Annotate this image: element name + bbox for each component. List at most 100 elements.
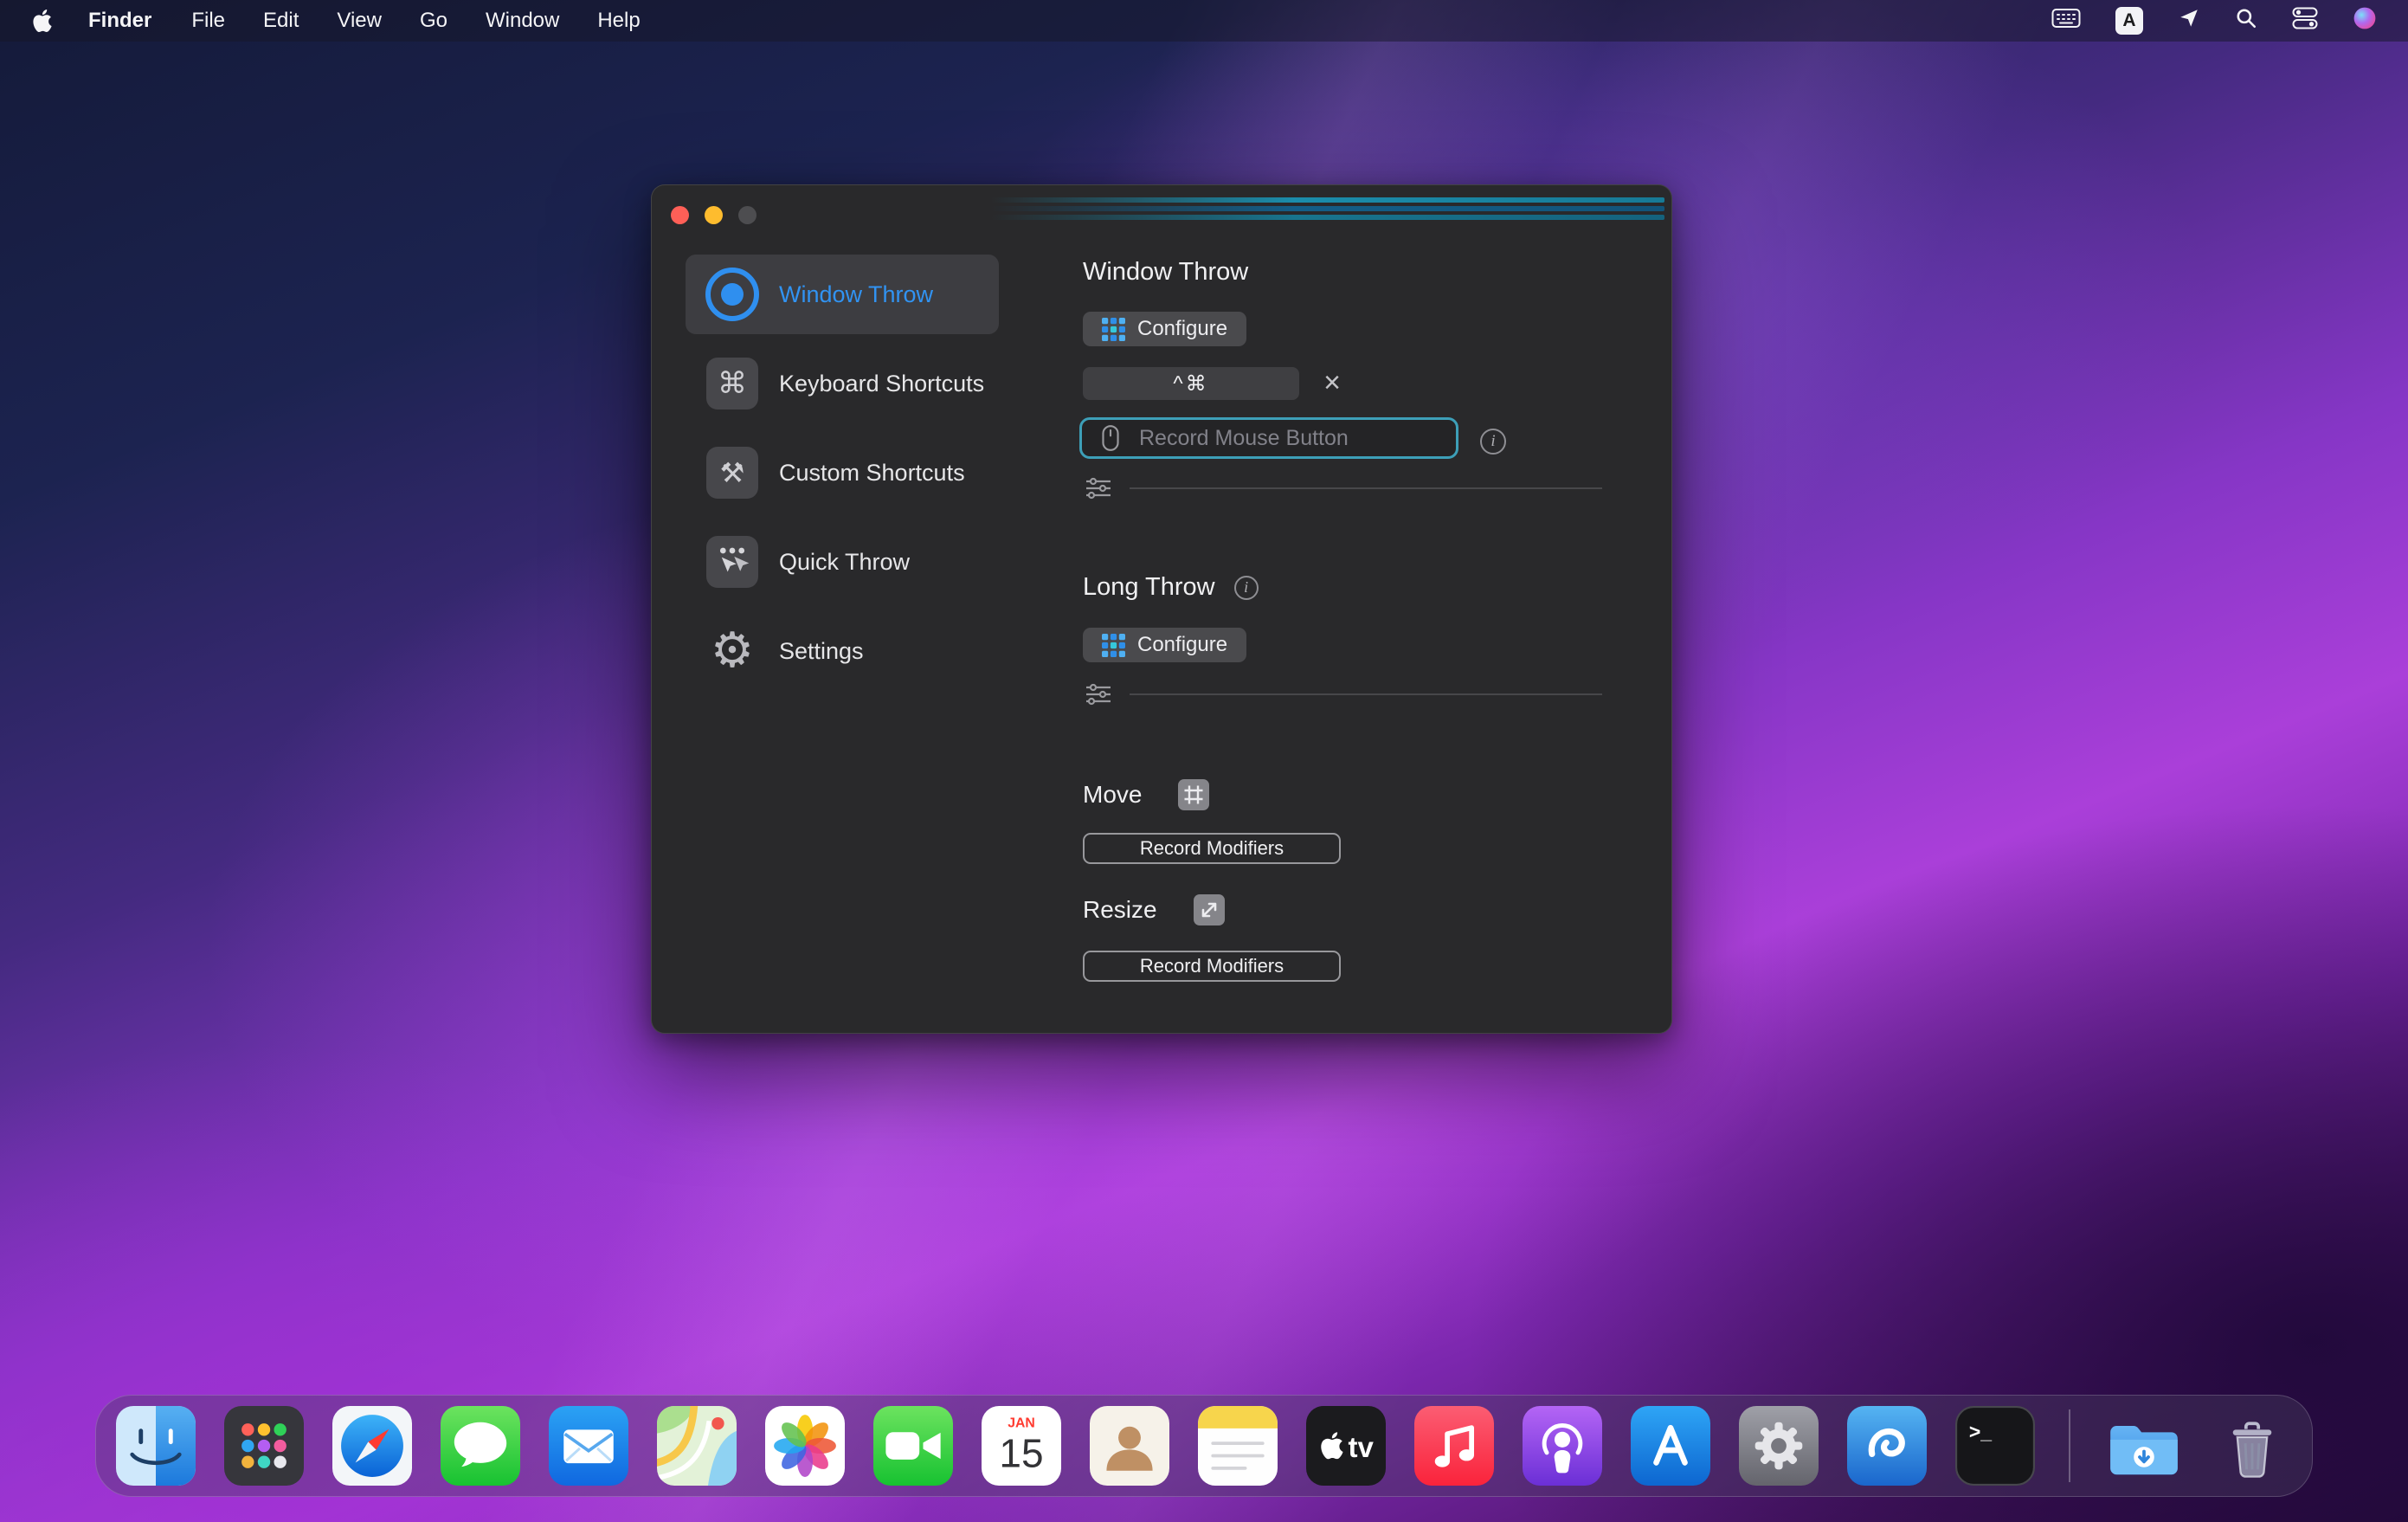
menu-extra-icon[interactable]	[2178, 7, 2200, 35]
mouse-icon	[1101, 424, 1120, 452]
dock-icon-messages[interactable]	[441, 1406, 520, 1486]
grid-logo-icon	[1102, 318, 1125, 341]
tools-icon: ⚒	[705, 445, 760, 500]
sidebar-item-custom-shortcuts[interactable]: ⚒ Custom Shortcuts	[686, 433, 999, 513]
app-store-icon	[1631, 1406, 1710, 1486]
configure-window-throw-button[interactable]: Configure	[1083, 312, 1246, 346]
keyboard-viewer-icon[interactable]	[2051, 8, 2081, 35]
clear-shortcut-button[interactable]: ×	[1313, 364, 1351, 402]
options-sliders-icon[interactable]	[1085, 477, 1112, 500]
record-modifiers-move-button[interactable]: Record Modifiers	[1083, 833, 1341, 864]
terminal-icon: >_	[1955, 1406, 2035, 1486]
options-sliders-icon[interactable]	[1085, 683, 1112, 706]
control-center-icon[interactable]	[2292, 7, 2318, 35]
dock-icon-contacts[interactable]	[1090, 1406, 1169, 1486]
zoom-button[interactable]	[738, 206, 757, 224]
dock-icon-system-settings[interactable]	[1739, 1406, 1819, 1486]
gear-icon: ⚙	[705, 623, 760, 679]
dock-icon-maps[interactable]	[657, 1406, 737, 1486]
safari-icon	[332, 1406, 412, 1486]
sidebar-item-label: Quick Throw	[779, 549, 910, 576]
dock-icon-podcasts[interactable]	[1523, 1406, 1602, 1486]
close-button[interactable]	[671, 206, 689, 224]
spotlight-icon[interactable]	[2235, 7, 2257, 35]
info-glyph: i	[1491, 432, 1495, 451]
dock-icon-photos[interactable]	[765, 1406, 845, 1486]
sidebar-item-label: Keyboard Shortcuts	[779, 371, 984, 397]
active-app-name[interactable]: Finder	[88, 9, 151, 33]
menu-bar-status-area: A	[2051, 6, 2377, 36]
menu-file[interactable]: File	[191, 9, 225, 33]
apple-menu-icon[interactable]	[31, 10, 54, 32]
menu-view[interactable]: View	[337, 9, 382, 33]
dock: JAN 15 tv	[95, 1395, 2313, 1497]
music-icon	[1414, 1406, 1494, 1486]
menu-edit[interactable]: Edit	[263, 9, 299, 33]
keyboard-icon	[2051, 8, 2081, 29]
dock-icon-window-manager-app[interactable]	[1847, 1406, 1927, 1486]
paper-plane-icon	[2178, 7, 2200, 29]
dock-icon-facetime[interactable]	[873, 1406, 953, 1486]
menu-window[interactable]: Window	[486, 9, 559, 33]
downloads-folder-icon	[2104, 1406, 2184, 1486]
record-modifiers-resize-button[interactable]: Record Modifiers	[1083, 951, 1341, 982]
dock-icon-mail[interactable]	[549, 1406, 628, 1486]
record-modifiers-label: Record Modifiers	[1140, 837, 1284, 860]
info-icon[interactable]: i	[1480, 429, 1506, 455]
sidebar-item-settings[interactable]: ⚙ Settings	[686, 611, 999, 691]
dock-icon-safari[interactable]	[332, 1406, 412, 1486]
sidebar: Window Throw ⌘ Keyboard Shortcuts ⚒ Cust…	[686, 255, 999, 691]
dock-icon-notes[interactable]	[1198, 1406, 1278, 1486]
minimize-button[interactable]	[705, 206, 723, 224]
window-controls	[671, 206, 757, 224]
sidebar-item-label: Custom Shortcuts	[779, 460, 965, 487]
system-settings-icon	[1739, 1406, 1819, 1486]
info-glyph: i	[1244, 578, 1248, 597]
contacts-icon	[1090, 1406, 1169, 1486]
dock-icon-terminal[interactable]: >_	[1955, 1406, 2035, 1486]
dock-icon-music[interactable]	[1414, 1406, 1494, 1486]
apple-logo-icon	[31, 10, 54, 32]
configure-long-throw-button[interactable]: Configure	[1083, 628, 1246, 662]
dock-icon-calendar[interactable]: JAN 15	[982, 1406, 1061, 1486]
sidebar-item-keyboard-shortcuts[interactable]: ⌘ Keyboard Shortcuts	[686, 344, 999, 423]
sidebar-item-window-throw[interactable]: Window Throw	[686, 255, 999, 334]
window-manager-app-icon	[1847, 1406, 1927, 1486]
divider	[1130, 693, 1602, 695]
tools-glyph: ⚒	[720, 456, 745, 489]
menu-go[interactable]: Go	[420, 9, 447, 33]
dock-icon-launchpad[interactable]	[224, 1406, 304, 1486]
finder-icon	[116, 1406, 196, 1486]
dock-icon-tv[interactable]: tv	[1306, 1406, 1386, 1486]
long-throw-info-icon[interactable]: i	[1234, 576, 1259, 600]
dock-icon-trash[interactable]	[2212, 1406, 2292, 1486]
clear-icon: ×	[1323, 366, 1341, 400]
podcasts-icon	[1523, 1406, 1602, 1486]
resize-arrow-icon	[1194, 894, 1225, 925]
record-mouse-button-field[interactable]: Record Mouse Button	[1079, 417, 1458, 459]
menu-bar: Finder File Edit View Go Window Help A	[0, 0, 2408, 42]
app-window: Window Throw ⌘ Keyboard Shortcuts ⚒ Cust…	[651, 184, 1672, 1034]
toggles-icon	[2292, 7, 2318, 29]
record-modifiers-label: Record Modifiers	[1140, 955, 1284, 977]
input-source-icon[interactable]: A	[2115, 7, 2143, 35]
window-throw-icon	[705, 267, 760, 322]
maps-icon	[657, 1406, 737, 1486]
window-throw-title: Window Throw	[1083, 258, 1248, 287]
window-throw-shortcut-field[interactable]: ^⌘	[1083, 367, 1299, 400]
dock-icon-app-store[interactable]	[1631, 1406, 1710, 1486]
dock-icon-downloads[interactable]	[2104, 1406, 2184, 1486]
sidebar-item-label: Window Throw	[779, 281, 933, 308]
move-grid-icon	[1178, 779, 1209, 810]
sidebar-item-quick-throw[interactable]: Quick Throw	[686, 522, 999, 602]
sidebar-item-label: Settings	[779, 638, 864, 665]
stripe	[991, 197, 1664, 203]
menu-help[interactable]: Help	[597, 9, 640, 33]
configure-label: Configure	[1137, 317, 1227, 341]
calendar-month: JAN	[1008, 1416, 1035, 1430]
dock-icon-finder[interactable]	[116, 1406, 196, 1486]
siri-icon[interactable]	[2353, 6, 2377, 36]
long-throw-title: Long Throw i	[1083, 573, 1259, 602]
photos-icon	[765, 1406, 845, 1486]
command-glyph: ⌘	[718, 366, 747, 401]
